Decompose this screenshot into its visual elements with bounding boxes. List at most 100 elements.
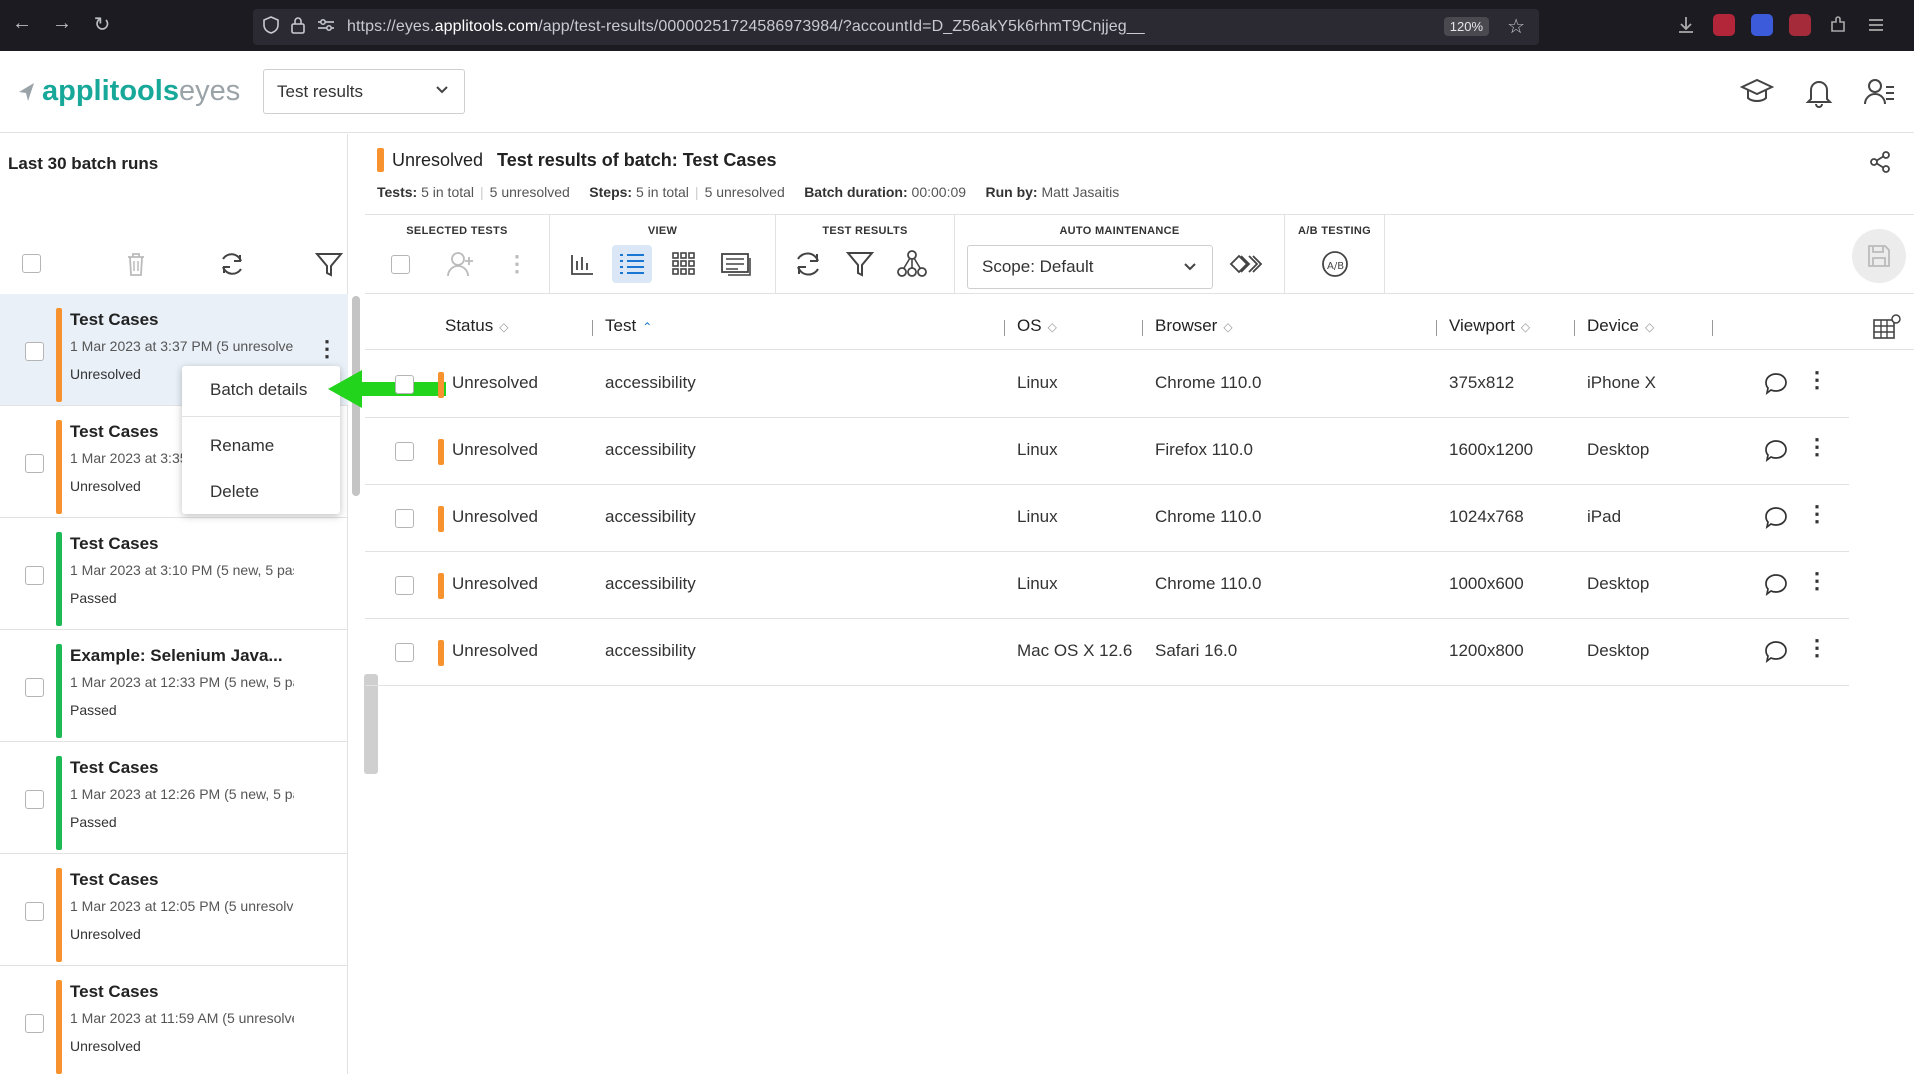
cell-test[interactable]: accessibility <box>605 641 696 661</box>
cell-test[interactable]: accessibility <box>605 574 696 594</box>
table-row[interactable]: Unresolved accessibility Linux Firefox 1… <box>365 418 1849 485</box>
bell-icon[interactable] <box>1802 75 1836 109</box>
comment-icon[interactable] <box>1763 438 1789 464</box>
menu-item-batch-details[interactable]: Batch details <box>210 380 307 400</box>
cell-test[interactable]: accessibility <box>605 373 696 393</box>
reload-icon[interactable]: ↻ <box>82 12 122 37</box>
selected-more-icon[interactable]: ⋮ <box>497 245 537 283</box>
cell-os: Linux <box>1017 440 1058 459</box>
filter-results-icon[interactable] <box>840 245 880 283</box>
menu-item-rename[interactable]: Rename <box>210 436 274 456</box>
table-row[interactable]: Unresolved accessibility Linux Chrome 11… <box>365 351 1849 418</box>
bookmark-star-icon[interactable]: ☆ <box>1507 14 1525 39</box>
refresh-icon[interactable] <box>216 248 248 280</box>
column-divider[interactable] <box>1436 320 1437 336</box>
batch-item[interactable]: Test Cases 1 Mar 2023 at 12:05 PM (5 unr… <box>0 854 348 966</box>
row-checkbox[interactable] <box>395 375 414 394</box>
row-more-icon[interactable]: ⋮ <box>1806 434 1828 460</box>
ab-test-icon[interactable]: A/B <box>1315 245 1355 283</box>
forward-icon[interactable]: → <box>42 12 82 35</box>
batch-checkbox[interactable] <box>25 1014 44 1033</box>
comment-icon[interactable] <box>1763 505 1789 531</box>
batch-item[interactable]: Test Cases 1 Mar 2023 at 3:10 PM (5 new,… <box>0 518 348 630</box>
column-settings-icon[interactable] <box>1872 312 1902 342</box>
batch-item[interactable]: Test Cases 1 Mar 2023 at 11:59 AM (5 unr… <box>0 966 348 1074</box>
page-select-dropdown[interactable]: Test results <box>263 69 465 114</box>
refresh-results-icon[interactable] <box>788 245 828 283</box>
row-more-icon[interactable]: ⋮ <box>1806 367 1828 393</box>
auto-maintain-apply-icon[interactable] <box>1227 245 1267 283</box>
column-header-browser[interactable]: Browser ◇ <box>1155 316 1233 336</box>
cell-device: iPad <box>1587 507 1622 526</box>
column-divider[interactable] <box>592 320 593 336</box>
column-divider[interactable] <box>1574 320 1575 336</box>
address-bar[interactable]: https://eyes.applitools.com/app/test-res… <box>253 9 1539 45</box>
list-view-button[interactable] <box>612 245 652 283</box>
batch-meta: 1 Mar 2023 at 11:59 AM (5 unresolved) <box>70 1010 294 1026</box>
batch-checkbox[interactable] <box>25 902 44 921</box>
batch-status-bar <box>56 756 62 850</box>
group-by-icon[interactable] <box>892 245 932 283</box>
column-header-viewport[interactable]: Viewport ◇ <box>1449 316 1530 336</box>
trash-icon[interactable] <box>120 248 152 280</box>
share-icon[interactable] <box>1868 150 1892 174</box>
download-icon[interactable] <box>1675 14 1697 36</box>
row-checkbox[interactable] <box>395 576 414 595</box>
cell-viewport: 1600x1200 <box>1449 440 1534 459</box>
column-divider[interactable] <box>1142 320 1143 336</box>
extension-red2-icon[interactable] <box>1789 14 1811 36</box>
batch-title: Test results of batch: Test Cases <box>497 149 777 170</box>
assign-user-icon[interactable] <box>441 245 481 283</box>
cell-test[interactable]: accessibility <box>605 440 696 460</box>
row-checkbox[interactable] <box>395 442 414 461</box>
details-view-icon[interactable] <box>716 245 756 283</box>
column-header-test[interactable]: Test ⌃ <box>605 316 652 336</box>
user-settings-icon[interactable] <box>1862 75 1896 109</box>
batch-item[interactable]: Test Cases 1 Mar 2023 at 12:26 PM (5 new… <box>0 742 348 854</box>
column-header-os[interactable]: OS ◇ <box>1017 316 1057 336</box>
column-header-status[interactable]: Status ◇ <box>445 316 508 336</box>
column-divider[interactable] <box>1712 320 1713 336</box>
batch-checkbox[interactable] <box>25 678 44 697</box>
menu-item-delete[interactable]: Delete <box>210 482 259 502</box>
batch-checkbox[interactable] <box>25 342 44 361</box>
graduation-cap-icon[interactable] <box>1740 75 1774 109</box>
save-button[interactable] <box>1852 229 1906 283</box>
filter-icon[interactable] <box>313 248 345 280</box>
zoom-level[interactable]: 120% <box>1443 17 1489 36</box>
batch-checkbox[interactable] <box>25 790 44 809</box>
row-more-icon[interactable]: ⋮ <box>1806 501 1828 527</box>
table-row[interactable]: Unresolved accessibility Mac OS X 12.6 S… <box>365 619 1849 686</box>
column-header-device[interactable]: Device ◇ <box>1587 316 1654 336</box>
menu-icon[interactable] <box>1865 14 1887 36</box>
bar-chart-view-icon[interactable] <box>562 245 602 283</box>
select-all-tests-checkbox[interactable] <box>391 255 410 274</box>
cell-test[interactable]: accessibility <box>605 507 696 527</box>
column-divider[interactable] <box>1004 320 1005 336</box>
row-checkbox[interactable] <box>395 643 414 662</box>
sort-icon: ◇ <box>1644 320 1655 334</box>
batch-more-icon[interactable]: ⋮ <box>316 336 338 362</box>
cell-status: Unresolved <box>452 641 538 660</box>
batch-name: Test Cases <box>70 758 159 777</box>
row-more-icon[interactable]: ⋮ <box>1806 635 1828 661</box>
table-row[interactable]: Unresolved accessibility Linux Chrome 11… <box>365 485 1849 552</box>
back-icon[interactable]: ← <box>2 12 42 35</box>
scope-value: Scope: Default <box>982 257 1094 276</box>
extension-red-icon[interactable] <box>1713 14 1735 36</box>
batch-checkbox[interactable] <box>25 566 44 585</box>
row-checkbox[interactable] <box>395 509 414 528</box>
select-all-batches-checkbox[interactable] <box>22 254 41 273</box>
applitools-logo[interactable]: applitoolseyes <box>42 75 240 108</box>
scope-dropdown[interactable]: Scope: Default <box>967 245 1213 289</box>
comment-icon[interactable] <box>1763 572 1789 598</box>
row-more-icon[interactable]: ⋮ <box>1806 568 1828 594</box>
batch-checkbox[interactable] <box>25 454 44 473</box>
comment-icon[interactable] <box>1763 639 1789 665</box>
table-row[interactable]: Unresolved accessibility Linux Chrome 11… <box>365 552 1849 619</box>
extension-video-icon[interactable] <box>1751 14 1773 36</box>
comment-icon[interactable] <box>1763 371 1789 397</box>
puzzle-icon[interactable] <box>1827 14 1849 36</box>
grid-view-icon[interactable] <box>664 245 704 283</box>
batch-item[interactable]: Example: Selenium Java... 1 Mar 2023 at … <box>0 630 348 742</box>
